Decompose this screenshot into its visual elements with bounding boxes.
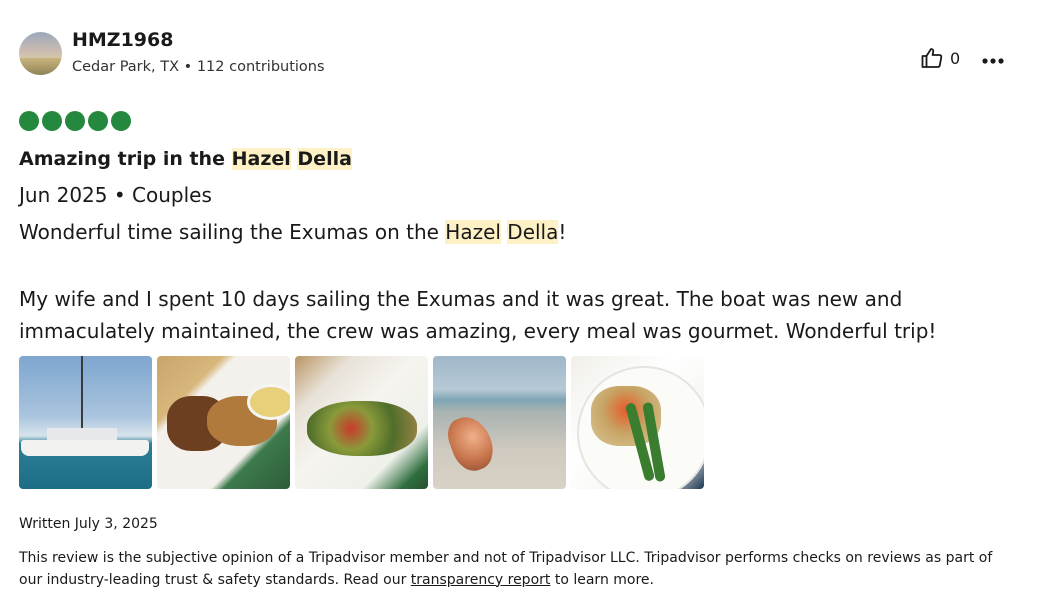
- review-body-highlight: Hazel: [445, 220, 501, 244]
- disclaimer-text: to learn more.: [550, 571, 654, 588]
- salad-photo[interactable]: [295, 356, 428, 489]
- rating-bubble-icon: [65, 111, 85, 131]
- more-horizontal-icon: [982, 49, 1004, 68]
- review-body-text: Wonderful time sailing the Exumas on the: [19, 220, 446, 244]
- review-body: My wife and I spent 10 days sailing the …: [19, 287, 937, 343]
- review-photos: [19, 356, 704, 489]
- helpful-count: 0: [950, 48, 961, 68]
- rating-bubble-icon: [88, 111, 108, 131]
- reviewer-username[interactable]: HMZ1968: [72, 29, 173, 51]
- review-body-intro: Wonderful time sailing the Exumas on the…: [19, 220, 566, 244]
- trip-date-type: Jun 2025 • Couples: [19, 183, 212, 207]
- rating-bubble-icon: [111, 111, 131, 131]
- rating-bubble-icon: [42, 111, 62, 131]
- more-options-button[interactable]: [978, 48, 1008, 68]
- conch-shell-beach-photo[interactable]: [433, 356, 566, 489]
- food-plate-photo[interactable]: [157, 356, 290, 489]
- review-title-highlight: Della: [297, 148, 352, 170]
- avatar[interactable]: [19, 32, 62, 75]
- helpful-vote-button[interactable]: 0: [920, 44, 960, 72]
- transparency-report-link[interactable]: transparency report: [411, 572, 551, 588]
- review-card: HMZ1968 Cedar Park, TX • 112 contributio…: [0, 0, 1042, 604]
- review-title[interactable]: Amazing trip in the Hazel Della: [19, 148, 352, 170]
- rating-bubble-icon: [19, 111, 39, 131]
- review-title-text: Amazing trip in the: [19, 148, 232, 170]
- review-disclaimer: This review is the subjective opinion of…: [19, 548, 1019, 591]
- review-body-highlight: Della: [507, 220, 559, 244]
- plated-dish-photo[interactable]: [571, 356, 704, 489]
- thumbs-up-icon: [920, 46, 944, 70]
- review-title-highlight: Hazel: [231, 148, 291, 170]
- review-body-text: !: [558, 220, 567, 244]
- bubble-rating: [19, 111, 131, 131]
- catamaran-photo[interactable]: [19, 356, 152, 489]
- written-date: Written July 3, 2025: [19, 516, 158, 532]
- reviewer-location-contributions: Cedar Park, TX • 112 contributions: [72, 59, 325, 75]
